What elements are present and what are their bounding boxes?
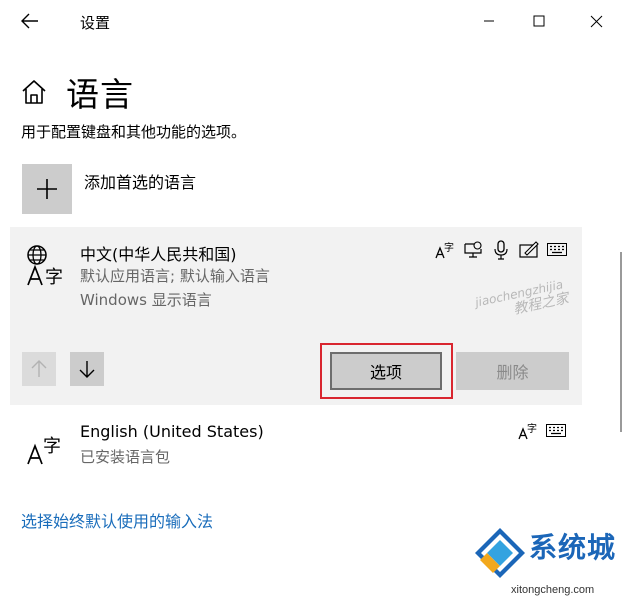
language-features: 字 [435,239,567,261]
brand-name: 系统城 [529,531,617,564]
minimize-icon [484,20,494,22]
language-icon: 字 [24,422,70,468]
delete-button[interactable]: 删除 [456,352,569,390]
home-button[interactable] [20,78,48,106]
language-item-english[interactable]: 字 English (United States) 已安装语言包 字 [10,414,582,474]
close-button[interactable] [573,0,619,42]
svg-text:字: 字 [45,267,63,288]
close-icon [590,15,602,27]
handwriting-icon [519,239,539,261]
add-language-button[interactable]: 添加首选的语言 [22,164,382,216]
add-language-icon-box [22,164,72,214]
language-globe-icon: 字 [24,243,70,289]
window-title: 设置 [80,14,111,32]
language-status: 已安装语言包 [80,448,171,466]
svg-text:字: 字 [444,241,454,254]
home-icon [22,80,46,104]
arrow-down-icon [79,361,95,378]
svg-text:字: 字 [43,436,61,457]
scrollbar[interactable] [620,252,622,432]
speech-icon [491,239,511,261]
language-pack-icon: 字 [435,239,455,261]
move-down-button[interactable] [70,352,104,386]
display-language-icon [463,239,483,261]
default-input-method-link[interactable]: 选择始终默认使用的输入法 [21,508,213,532]
language-display-status: Windows 显示语言 [80,291,212,309]
page-title: 语言 [66,75,134,114]
page-description: 用于配置键盘和其他功能的选项。 [21,123,247,141]
svg-text:字: 字 [527,422,537,435]
back-button[interactable] [14,6,46,36]
arrow-up-icon [31,360,47,377]
brand-diamond-icon [475,528,525,578]
options-button[interactable]: 选项 [330,352,442,390]
brand-url: xitongcheng.com [511,584,595,596]
keyboard-icon [547,239,567,261]
language-pack-icon: 字 [518,420,538,442]
add-language-label: 添加首选的语言 [84,173,197,192]
title-bar: 设置 [0,0,627,42]
plus-icon [37,179,57,199]
minimize-button[interactable] [466,0,512,42]
language-name: English (United States) [80,422,264,441]
language-status: 默认应用语言; 默认输入语言 [80,267,270,285]
arrow-left-icon [21,13,38,29]
language-features: 字 [518,420,566,442]
page-header: 语言 [0,66,627,118]
maximize-icon [533,15,545,27]
keyboard-icon [546,420,566,442]
move-up-button[interactable] [22,352,56,386]
brand-logo: 系统城 xitongcheng.com [471,522,627,604]
language-name: 中文(中华人民共和国) [80,245,237,264]
maximize-button[interactable] [516,0,562,42]
